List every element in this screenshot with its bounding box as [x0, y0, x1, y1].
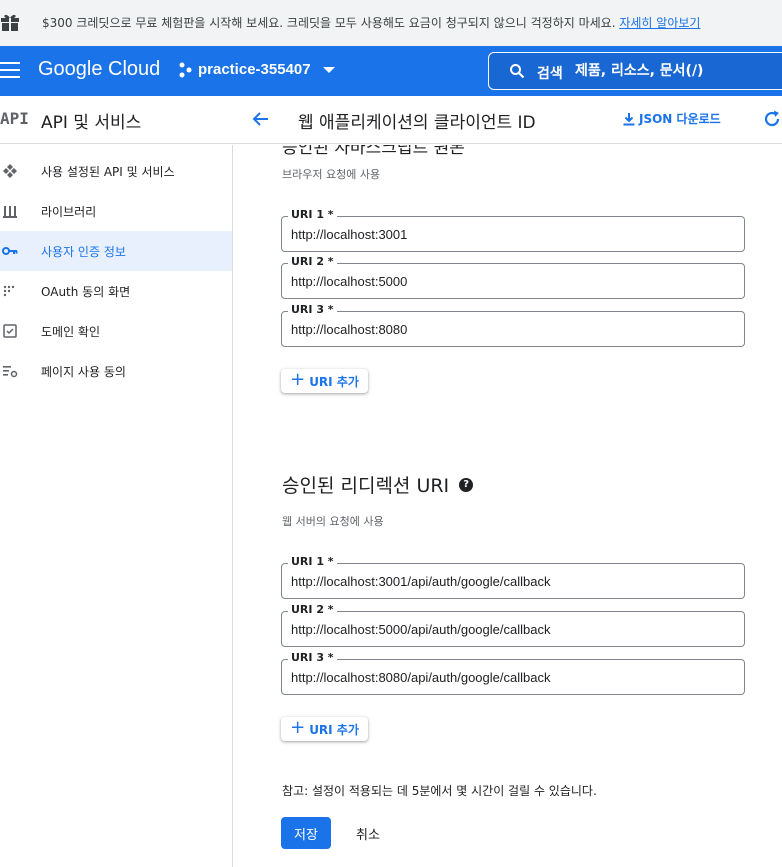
project-nodes-icon	[179, 62, 192, 77]
settings-list-icon	[3, 366, 18, 378]
learn-more-link[interactable]: 자세히 알아보기	[619, 16, 700, 30]
redirect-uris-description: 웹 서버의 요청에 사용	[282, 515, 384, 528]
field-label: URI 1 *	[288, 208, 337, 221]
sidebar-item-label: 사용 설정된 API 및 서비스	[41, 165, 175, 179]
api-services-icon	[3, 164, 17, 178]
origin-uri-1-input[interactable]	[291, 225, 731, 243]
origin-uri-2-field[interactable]: URI 2 *	[281, 255, 745, 299]
redirect-uri-3-input[interactable]	[291, 668, 731, 686]
sidebar-item-library[interactable]: 라이브러리	[0, 191, 232, 231]
add-uri-label: URI 추가	[309, 374, 359, 389]
project-name: practice-355407	[198, 61, 311, 78]
consent-icon	[3, 285, 15, 297]
field-label: URI 3 *	[288, 651, 337, 664]
library-icon	[3, 206, 17, 218]
search-icon	[510, 64, 525, 79]
redirect-uri-2-input[interactable]	[291, 620, 731, 638]
gift-icon	[1, 14, 19, 31]
checkbox-icon	[3, 324, 17, 338]
redirect-uri-3-field[interactable]: URI 3 *	[281, 651, 745, 695]
promo-banner: $300 크레딧으로 무료 체험판을 시작해 보세요. 크레딧을 모두 사용해도…	[0, 0, 782, 46]
sub-header: API API 및 서비스 웹 애플리케이션의 클라이언트 ID JSON 다운…	[0, 96, 782, 144]
origin-uri-3-input[interactable]	[291, 320, 731, 338]
search-box[interactable]: 검색	[488, 52, 782, 90]
add-uri-label: URI 추가	[309, 722, 359, 737]
redirect-uri-2-field[interactable]: URI 2 *	[281, 603, 745, 647]
field-label: URI 3 *	[288, 303, 337, 316]
section-title: API 및 서비스	[41, 113, 142, 133]
sidebar-item-label: 사용자 인증 정보	[41, 245, 126, 259]
redirect-uri-1-field[interactable]: URI 1 *	[281, 555, 745, 599]
project-selector[interactable]: practice-355407	[178, 61, 335, 78]
search-input[interactable]	[575, 59, 782, 83]
chevron-down-icon	[322, 66, 335, 73]
sidebar-item-page-usage-agreement[interactable]: 페이지 사용 동의	[0, 351, 232, 391]
plus-icon: +	[290, 717, 306, 738]
back-arrow-icon[interactable]	[250, 108, 272, 130]
help-icon[interactable]: ?	[459, 477, 474, 492]
redirect-uri-1-input[interactable]	[291, 572, 731, 590]
js-origins-description: 브라우저 요청에 사용	[282, 168, 381, 181]
api-logo-icon: API	[0, 109, 29, 128]
key-icon	[2, 247, 18, 255]
redirect-heading-text: 승인된 리디렉션 URI	[282, 475, 450, 497]
menu-icon[interactable]	[0, 62, 20, 80]
settings-note: 참고: 설정이 적용되는 데 5분에서 몇 시간이 걸릴 수 있습니다.	[282, 784, 597, 798]
field-label: URI 2 *	[288, 255, 337, 268]
sidebar: 사용 설정된 API 및 서비스 라이브러리 사용자 인증 정보 OAuth 동…	[0, 145, 233, 867]
field-label: URI 2 *	[288, 603, 337, 616]
sidebar-item-domain-verification[interactable]: 도메인 확인	[0, 311, 232, 351]
add-origin-uri-button[interactable]: + URI 추가	[281, 369, 368, 393]
download-icon	[623, 112, 635, 125]
sidebar-item-label: 페이지 사용 동의	[41, 365, 126, 379]
refresh-icon[interactable]	[762, 109, 782, 129]
sidebar-item-oauth-consent[interactable]: OAuth 동의 화면	[0, 271, 232, 311]
search-label: 검색	[537, 66, 563, 82]
origin-uri-3-field[interactable]: URI 3 *	[281, 303, 745, 347]
sidebar-item-enabled-apis[interactable]: 사용 설정된 API 및 서비스	[0, 151, 232, 191]
sidebar-item-label: 도메인 확인	[41, 325, 101, 339]
field-label: URI 1 *	[288, 555, 337, 568]
banner-text: $300 크레딧으로 무료 체험판을 시작해 보세요. 크레딧을 모두 사용해도…	[42, 16, 701, 30]
sidebar-item-credentials[interactable]: 사용자 인증 정보	[0, 231, 232, 271]
cancel-button[interactable]: 취소	[344, 817, 392, 849]
redirect-uris-heading: 승인된 리디렉션 URI ?	[282, 471, 474, 498]
add-redirect-uri-button[interactable]: + URI 추가	[281, 717, 368, 741]
google-cloud-logo[interactable]: Google Cloud	[38, 58, 160, 81]
main-content: 승인된 자바스크립트 원본 브라우저 요청에 사용 URI 1 * URI 2 …	[234, 145, 782, 867]
js-origins-heading: 승인된 자바스크립트 원본	[282, 145, 465, 158]
sidebar-item-label: 라이브러리	[41, 205, 97, 219]
plus-icon: +	[290, 369, 306, 390]
save-button[interactable]: 저장	[281, 817, 331, 849]
page-title: 웹 애플리케이션의 클라이언트 ID	[298, 113, 536, 133]
origin-uri-1-field[interactable]: URI 1 *	[281, 208, 745, 252]
json-download-button[interactable]: JSON 다운로드	[622, 110, 721, 127]
json-download-label: JSON 다운로드	[639, 112, 721, 126]
origin-uri-2-input[interactable]	[291, 272, 731, 290]
top-app-bar: Google Cloud practice-355407 검색	[0, 46, 782, 96]
sidebar-item-label: OAuth 동의 화면	[41, 285, 131, 299]
